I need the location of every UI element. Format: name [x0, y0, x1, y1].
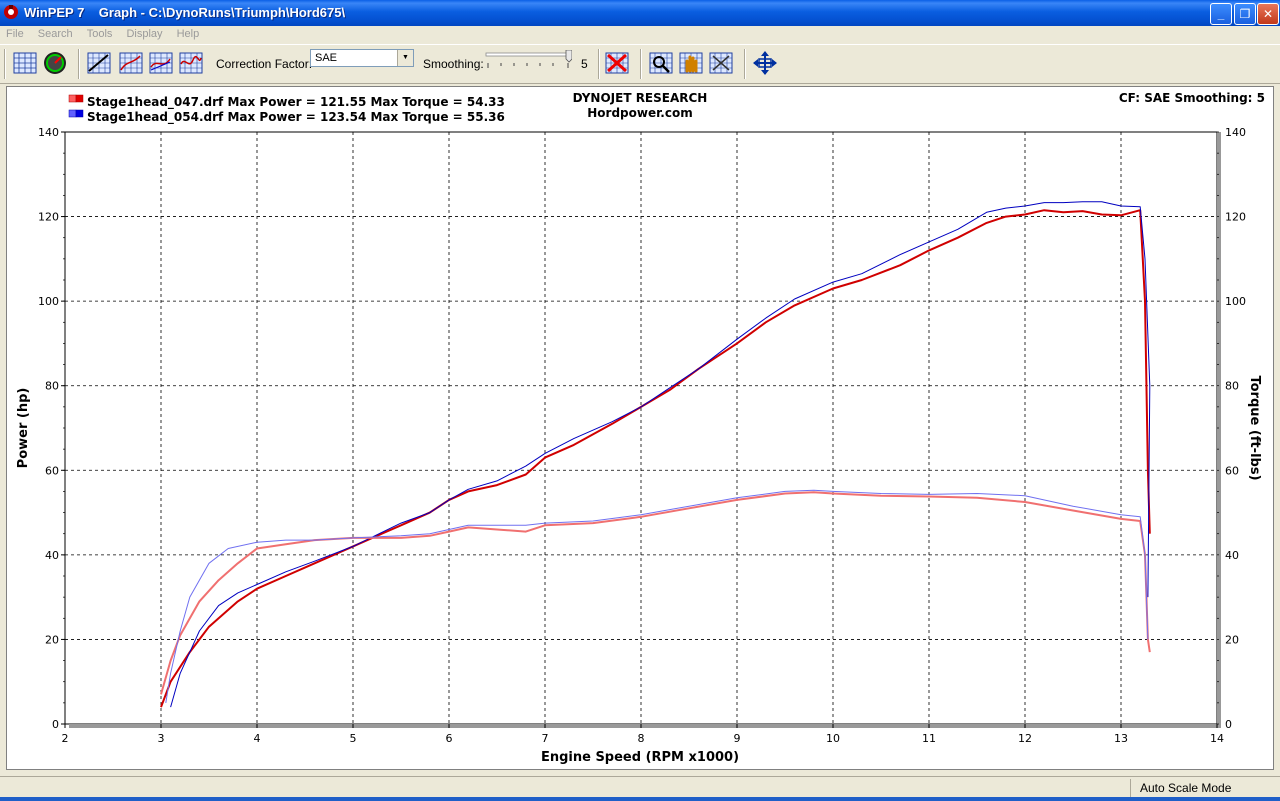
grid-view-icon[interactable]: [12, 50, 38, 76]
y-tick-label: 100: [38, 295, 59, 308]
zoom-icon[interactable]: [648, 50, 674, 76]
window-title: WinPEP 7 Graph - C:\DynoRuns\Triumph\Hor…: [24, 5, 346, 20]
x-axis-label: Engine Speed (RPM x1000): [541, 750, 739, 765]
menu-file[interactable]: File: [0, 26, 29, 40]
graph-view-1-icon[interactable]: [86, 50, 112, 76]
gauge-icon[interactable]: [42, 50, 68, 76]
header-website: Hordpower.com: [587, 106, 692, 120]
app-icon: [4, 5, 18, 19]
y2-tick-label: 140: [1225, 126, 1246, 139]
legend-swatch-run1: [68, 94, 77, 103]
y-tick-label: 120: [38, 211, 59, 224]
x-tick-label: 6: [446, 732, 453, 745]
x-tick-label: 11: [922, 732, 936, 745]
auto-scale-icon[interactable]: [752, 50, 778, 76]
x-tick-label: 14: [1210, 732, 1224, 745]
x-tick-label: 12: [1018, 732, 1032, 745]
dyno-chart: Stage1head_047.drf Max Power = 121.55 Ma…: [16, 91, 1265, 765]
x-tick-label: 10: [826, 732, 840, 745]
y-tick-label: 40: [45, 549, 59, 562]
x-tick-label: 9: [734, 732, 741, 745]
close-button[interactable]: ✕: [1257, 3, 1279, 25]
minimize-button[interactable]: _: [1210, 3, 1232, 25]
smoothing-label: Smoothing:: [423, 57, 484, 71]
header-cf-smoothing: CF: SAE Smoothing: 5: [1119, 91, 1265, 105]
pan-hand-icon[interactable]: [678, 50, 704, 76]
clear-runs-icon[interactable]: [604, 50, 630, 76]
menu-display[interactable]: Display: [120, 26, 167, 40]
legend-run2: Stage1head_054.drf Max Power = 123.54 Ma…: [87, 110, 505, 125]
menu-search[interactable]: Search: [32, 26, 78, 40]
x-tick-label: 13: [1114, 732, 1128, 745]
y-tick-label: 0: [52, 718, 59, 731]
header-dynojet: DYNOJET RESEARCH: [573, 91, 708, 105]
x-tick-label: 4: [254, 732, 261, 745]
toolbar-separator: [4, 49, 6, 79]
y-axis-label: Power (hp): [16, 388, 31, 469]
y2-tick-label: 120: [1225, 211, 1246, 224]
legend-swatch-run2: [75, 109, 84, 118]
y2-tick-label: 20: [1225, 633, 1239, 646]
auto-scale-status: Auto Scale Mode: [1130, 779, 1278, 797]
menu-tools[interactable]: Tools: [81, 26, 118, 40]
y2-axis-label: Torque (ft-lbs): [1247, 375, 1262, 480]
x-tick-label: 8: [638, 732, 645, 745]
y-tick-label: 20: [45, 633, 59, 646]
chevron-down-icon[interactable]: ▼: [397, 50, 413, 66]
toolbar-separator: [744, 49, 746, 79]
x-tick-label: 5: [350, 732, 357, 745]
correction-factor-value: SAE: [315, 52, 338, 64]
legend-swatch-run1: [75, 94, 84, 103]
y-tick-label: 80: [45, 380, 59, 393]
y-tick-label: 60: [45, 464, 59, 477]
legend-run1: Stage1head_047.drf Max Power = 121.55 Ma…: [87, 95, 505, 110]
y2-tick-label: 100: [1225, 295, 1246, 308]
graph-view-2-icon[interactable]: [118, 50, 144, 76]
cursor-tool-icon[interactable]: [708, 50, 734, 76]
y2-tick-label: 60: [1225, 464, 1239, 477]
toolbar-separator: [598, 49, 600, 79]
dyno-graph-panel: Stage1head_047.drf Max Power = 121.55 Ma…: [6, 86, 1274, 770]
graph-view-3-icon[interactable]: [148, 50, 174, 76]
y2-tick-label: 80: [1225, 380, 1239, 393]
toolbar-separator: [78, 49, 80, 79]
x-tick-label: 3: [158, 732, 165, 745]
smoothing-slider[interactable]: [484, 50, 572, 72]
y-tick-label: 140: [38, 126, 59, 139]
toolbar: Correction Factor: Smoothing: 5: [0, 44, 1280, 84]
smoothing-value: 5: [581, 57, 588, 71]
maximize-button[interactable]: ❐: [1234, 3, 1256, 25]
status-bar: Auto Scale Mode: [0, 776, 1280, 801]
graph-view-4-icon[interactable]: [178, 50, 204, 76]
correction-factor-select[interactable]: SAE ▼: [310, 49, 414, 67]
plot-shadow: [69, 724, 1221, 728]
legend-swatch-run2: [68, 109, 77, 118]
correction-factor-label: Correction Factor:: [216, 57, 313, 71]
y2-tick-label: 40: [1225, 549, 1239, 562]
menu-bar: File Search Tools Display Help: [0, 26, 1280, 44]
taskbar-edge: [0, 797, 1280, 801]
menu-help[interactable]: Help: [171, 26, 205, 40]
title-bar: WinPEP 7 Graph - C:\DynoRuns\Triumph\Hor…: [0, 0, 1280, 26]
x-tick-label: 2: [62, 732, 69, 745]
y2-tick-label: 0: [1225, 718, 1232, 731]
plot-shadow: [1217, 132, 1221, 728]
toolbar-separator: [640, 49, 642, 79]
x-tick-label: 7: [542, 732, 549, 745]
